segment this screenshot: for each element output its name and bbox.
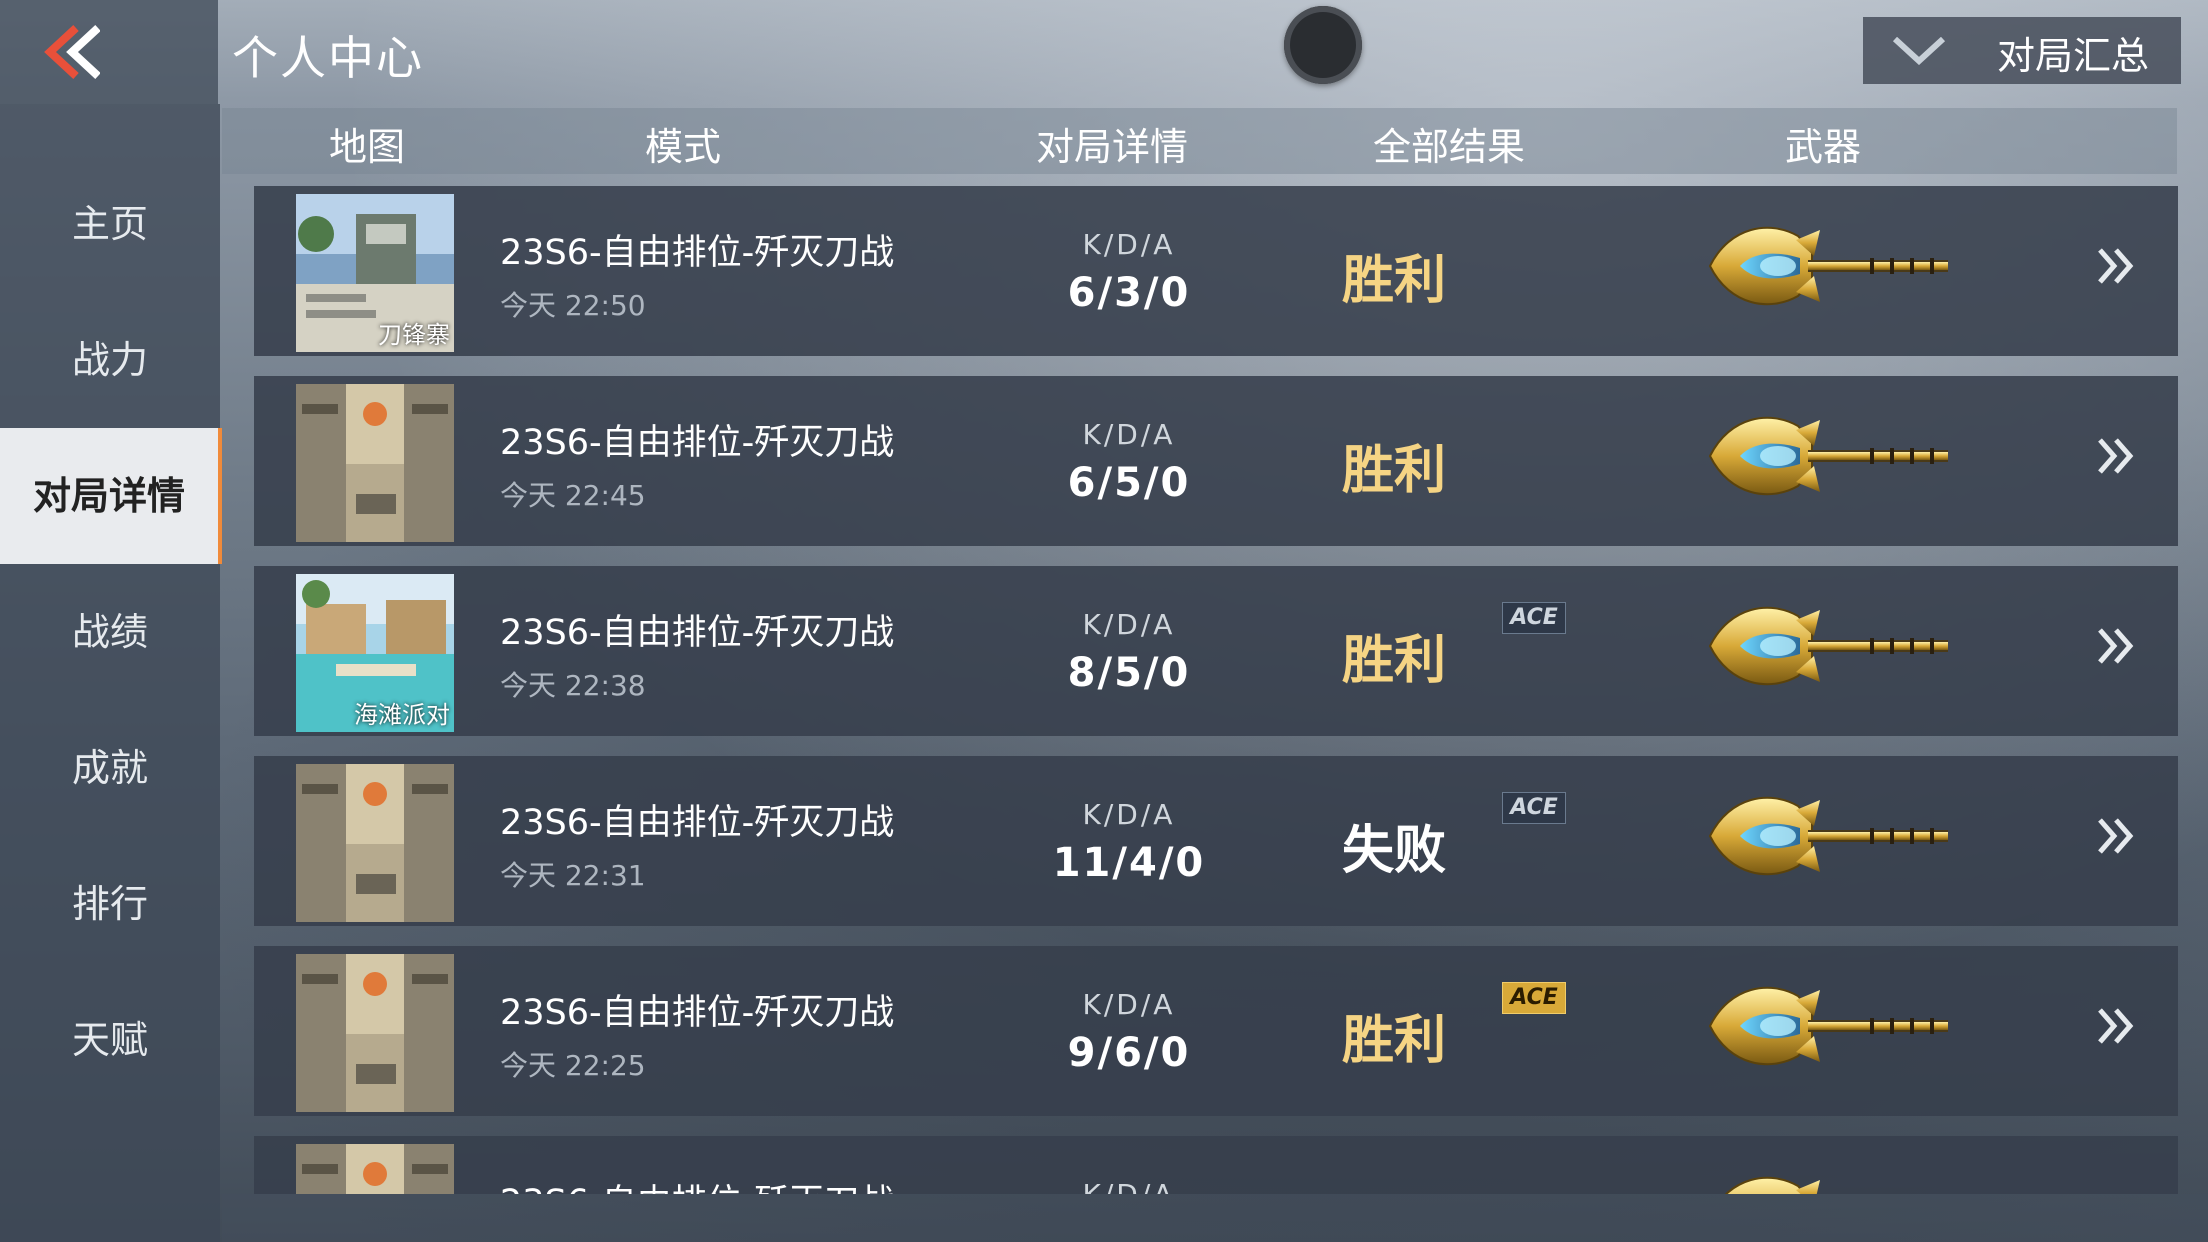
- table-row[interactable]: 海滩派对 23S6-自由排位-歼灭刀战 今天 22:38 K/D/A 8/5/0…: [254, 566, 2178, 736]
- back-button[interactable]: [0, 0, 218, 104]
- kda-label: K/D/A: [1082, 988, 1176, 1021]
- result-label: 胜利: [1341, 1011, 1446, 1071]
- match-summary-dropdown[interactable]: 对局汇总: [1863, 17, 2181, 84]
- mode-label: 23S6-自由排位-歼灭刀战: [500, 423, 895, 463]
- table-row[interactable]: 23S6-自由排位-歼灭刀战 今天 22:31 K/D/A 11/4/0 失败 …: [254, 756, 2178, 926]
- result-label: 胜利: [1341, 251, 1446, 311]
- kda-label: K/D/A: [1082, 418, 1176, 451]
- table-row[interactable]: 23S6-自由排位-歼灭刀战 今天 22:45 K/D/A 6/5/0 胜利: [254, 376, 2178, 546]
- list-bottom-fade: [222, 1194, 2208, 1242]
- knife-weapon-icon: [1700, 406, 1960, 506]
- table-row[interactable]: 23S6-自由排位-歼灭刀战 K/D/A: [254, 1136, 2178, 1194]
- kda-label: K/D/A: [1082, 228, 1176, 261]
- ace-badge: ACE: [1502, 982, 1566, 1014]
- double-chevron-left-icon: [44, 25, 100, 79]
- sidebar-item-match-details[interactable]: 对局详情: [0, 428, 222, 564]
- map-thumbnail: [296, 954, 454, 1112]
- column-weapon: 武器: [1785, 125, 1862, 169]
- mode-label: 23S6-自由排位-歼灭刀战: [500, 613, 895, 653]
- column-match-details: 对局详情: [1036, 125, 1189, 169]
- knife-weapon-icon: [1700, 786, 1960, 886]
- ace-badge: ACE: [1502, 792, 1566, 824]
- ace-badge: ACE: [1502, 602, 1566, 634]
- kda-label: K/D/A: [1082, 798, 1176, 831]
- match-time: 今天 22:38: [500, 669, 646, 702]
- map-thumbnail: 刀锋寨: [296, 194, 454, 352]
- column-map: 地图: [329, 125, 406, 169]
- kda-value: 8/5/0: [1067, 650, 1191, 696]
- table-row[interactable]: 刀锋寨 23S6-自由排位-歼灭刀战 今天 22:50 K/D/A 6/3/0 …: [254, 186, 2178, 356]
- match-time: 今天 22:50: [500, 289, 646, 322]
- kda-value: 6/3/0: [1067, 270, 1191, 316]
- mode-label: 23S6-自由排位-歼灭刀战: [500, 233, 895, 273]
- page-title: 个人中心: [232, 31, 424, 85]
- result-label: 胜利: [1341, 631, 1446, 691]
- double-chevron-right-icon[interactable]: [2096, 626, 2136, 666]
- double-chevron-right-icon[interactable]: [2096, 1006, 2136, 1046]
- kda-label: K/D/A: [1082, 608, 1176, 641]
- map-thumbnail: [296, 384, 454, 542]
- mode-label: 23S6-自由排位-歼灭刀战: [500, 993, 895, 1033]
- map-thumbnail: [296, 1144, 454, 1194]
- kda-label: K/D/A: [1054, 1178, 1204, 1194]
- map-caption: 刀锋寨: [378, 321, 450, 349]
- summary-label: 对局汇总: [1997, 34, 2150, 78]
- double-chevron-right-icon[interactable]: [2096, 246, 2136, 286]
- match-time: 今天 22:25: [500, 1049, 646, 1082]
- map-thumbnail: [296, 764, 454, 922]
- mode-label: 23S6-自由排位-歼灭刀战: [500, 803, 895, 843]
- record-button[interactable]: [1284, 6, 1362, 84]
- map-caption: 海滩派对: [354, 701, 450, 729]
- table-row[interactable]: 23S6-自由排位-歼灭刀战 今天 22:25 K/D/A 9/6/0 胜利 A…: [254, 946, 2178, 1116]
- match-time: 今天 22:45: [500, 479, 646, 512]
- sidebar-item-home[interactable]: 主页: [0, 156, 220, 292]
- mode-label: 23S6-自由排位-歼灭刀战: [500, 1174, 894, 1194]
- sidebar-item-power[interactable]: 战力: [0, 292, 220, 428]
- sidebar-item-achievements[interactable]: 成就: [0, 700, 220, 836]
- match-time: 今天 22:31: [500, 859, 646, 892]
- map-thumbnail: 海滩派对: [296, 574, 454, 732]
- column-result: 全部结果: [1373, 125, 1526, 169]
- column-mode: 模式: [645, 125, 722, 169]
- double-chevron-right-icon[interactable]: [2096, 436, 2136, 476]
- result-label: 胜利: [1341, 441, 1446, 501]
- table-header: 地图 模式 对局详情 全部结果 武器: [222, 108, 2177, 174]
- kda-value: 9/6/0: [1067, 1030, 1191, 1076]
- sidebar-item-records[interactable]: 战绩: [0, 564, 220, 700]
- knife-weapon-icon: [1700, 1166, 1960, 1194]
- result-label: 失败: [1341, 821, 1446, 881]
- double-chevron-right-icon[interactable]: [2096, 816, 2136, 856]
- knife-weapon-icon: [1700, 596, 1960, 696]
- sidebar-item-ranking[interactable]: 排行: [0, 836, 220, 972]
- knife-weapon-icon: [1700, 976, 1960, 1076]
- knife-weapon-icon: [1700, 216, 1960, 316]
- chevron-down-icon: [1893, 37, 1945, 65]
- kda-value: 6/5/0: [1067, 460, 1191, 506]
- sidebar-item-talent[interactable]: 天赋: [0, 972, 220, 1108]
- kda-value: 11/4/0: [1052, 840, 1206, 886]
